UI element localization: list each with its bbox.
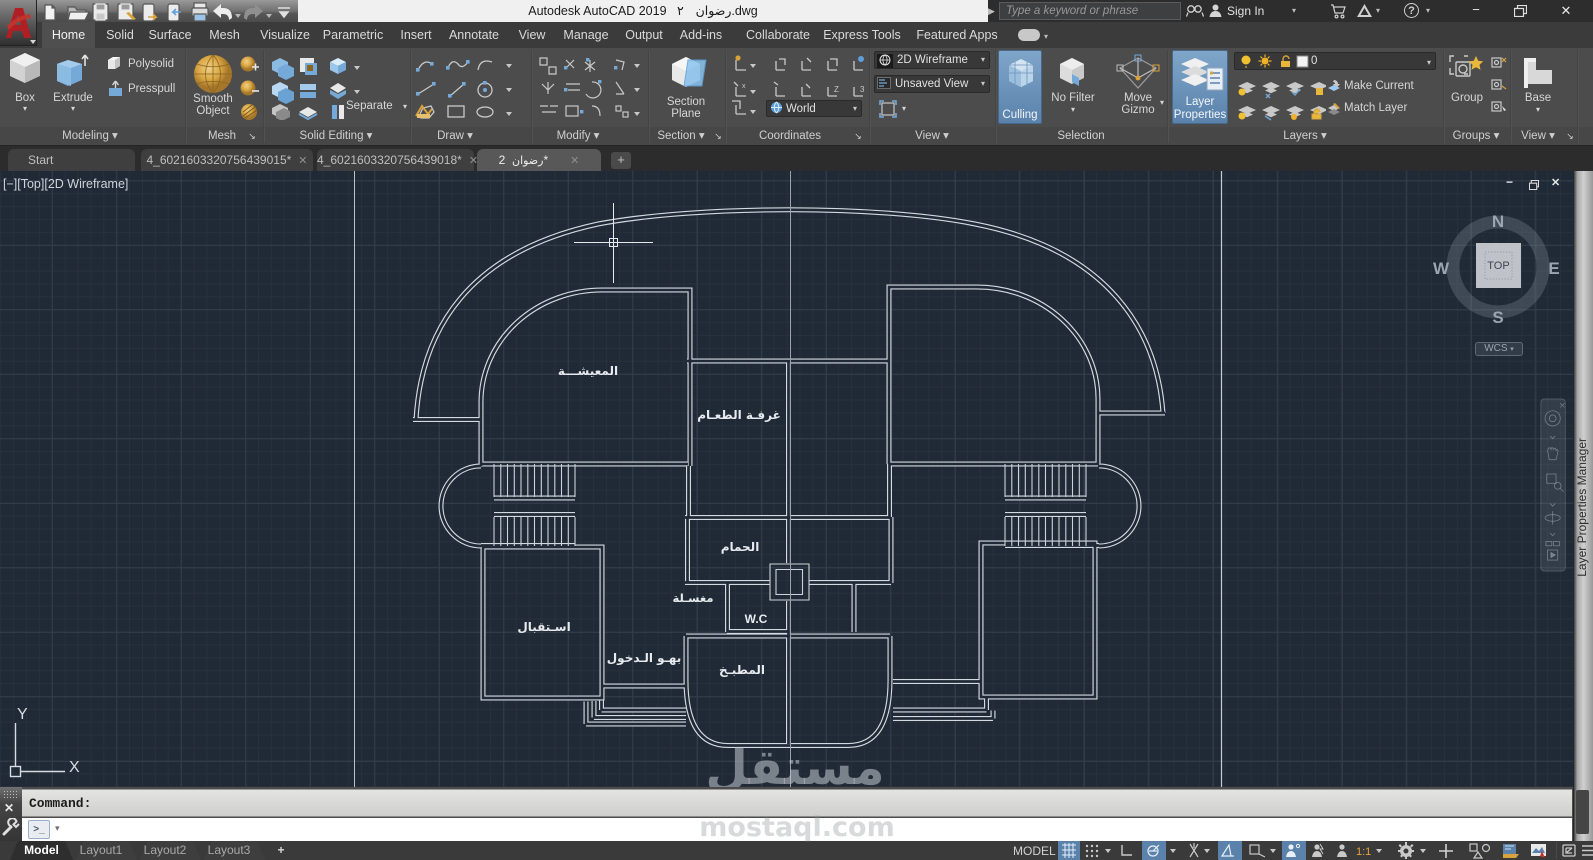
svg-text:W: W <box>1433 259 1450 278</box>
svg-text:x: x <box>742 83 746 90</box>
svg-text:3: 3 <box>860 85 865 94</box>
svg-text:Z: Z <box>834 85 839 94</box>
svg-text:X: X <box>69 759 80 776</box>
svg-text:N: N <box>1492 212 1504 231</box>
svg-text:1:1: 1:1 <box>1356 846 1371 858</box>
svg-text:TOP: TOP <box>1487 260 1509 272</box>
svg-text:Y: Y <box>17 706 28 723</box>
svg-text:S: S <box>1492 308 1503 327</box>
svg-text:MODEL: MODEL <box>1013 844 1056 858</box>
svg-text:E: E <box>1548 259 1559 278</box>
